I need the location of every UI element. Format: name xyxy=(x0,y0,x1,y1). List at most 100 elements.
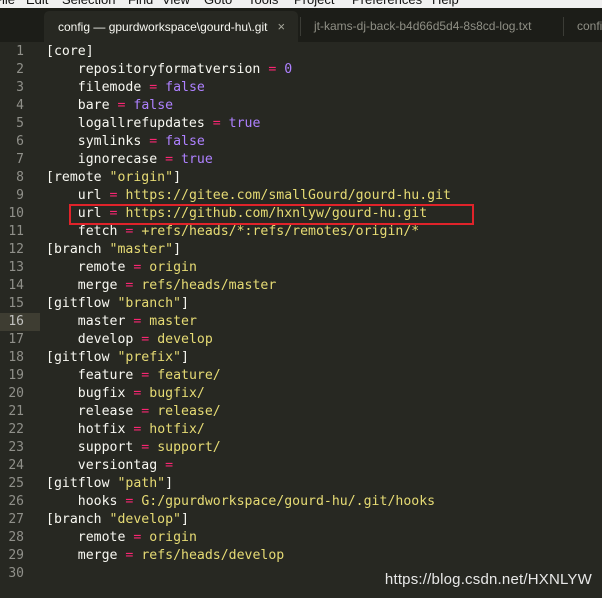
watermark: https://blog.csdn.net/HXNLYW xyxy=(384,571,592,588)
code-token: false xyxy=(165,80,205,95)
code-token: ] xyxy=(165,476,174,491)
code-line[interactable]: hooks = G:/gpurdworkspace/gourd-hu/.git/… xyxy=(46,493,435,511)
code-token: = xyxy=(165,152,174,167)
close-icon[interactable]: × xyxy=(277,11,285,42)
code-line[interactable]: [gitflow "branch"] xyxy=(46,295,189,313)
line-number: 5 xyxy=(16,116,24,131)
code-token: [gitflow xyxy=(46,296,118,311)
line-number: 2 xyxy=(16,62,24,77)
code-token: = xyxy=(149,134,158,149)
code-token: merge xyxy=(46,278,126,293)
line-number: 3 xyxy=(16,80,24,95)
code-line[interactable]: symlinks = false xyxy=(46,133,205,151)
code-token: "master" xyxy=(109,242,174,257)
line-number: 21 xyxy=(8,404,24,419)
code-token: develop xyxy=(46,332,142,347)
code-token: true xyxy=(228,116,261,131)
code-line[interactable]: repositoryformatversion = 0 xyxy=(46,61,292,79)
code-line[interactable]: [gitflow "path"] xyxy=(46,475,173,493)
code-line[interactable]: url = https://gitee.com/smallGourd/gourd… xyxy=(46,187,451,205)
code-token: = xyxy=(165,458,174,473)
code-token: origin xyxy=(149,260,197,275)
menu-item-project[interactable]: Project xyxy=(294,0,334,7)
code-line[interactable]: filemode = false xyxy=(46,79,205,97)
code-token: feature xyxy=(46,368,142,383)
line-number: 23 xyxy=(8,440,24,455)
code-token: hotfix xyxy=(46,422,134,437)
code-token: = xyxy=(149,80,158,95)
code-line[interactable]: bare = false xyxy=(46,97,173,115)
code-token: symlinks xyxy=(46,134,150,149)
line-number: 4 xyxy=(16,98,24,113)
tab-log[interactable]: jt-kams-dj-back-b4d66d5d4-8s8cd-log.txt xyxy=(300,11,555,42)
code-line[interactable]: [branch "master"] xyxy=(46,241,181,259)
menu-item-file[interactable]: File xyxy=(0,0,15,7)
code-token: refs/heads/develop xyxy=(141,548,285,563)
code-token: url xyxy=(46,206,110,221)
code-line[interactable]: url = https://github.com/hxnlyw/gourd-hu… xyxy=(46,205,427,223)
line-number: 15 xyxy=(8,296,24,311)
code-line[interactable]: versiontag = xyxy=(46,457,173,475)
code-line[interactable]: [gitflow "prefix"] xyxy=(46,349,189,367)
line-number: 24 xyxy=(8,458,24,473)
menu-item-view[interactable]: View xyxy=(162,0,190,7)
code-line[interactable]: remote = origin xyxy=(46,529,197,547)
code-line[interactable]: [core] xyxy=(46,43,94,61)
code-line[interactable]: develop = develop xyxy=(46,331,213,349)
code-token: [gitflow xyxy=(46,476,118,491)
code-token: = xyxy=(212,116,221,131)
code-token: url xyxy=(46,188,110,203)
code-token: ] xyxy=(173,242,182,257)
code-line[interactable]: [remote "origin"] xyxy=(46,169,181,187)
tab-label: config — gpurdworkspace\gourd-hu\.git xyxy=(58,20,268,34)
code-token: "prefix" xyxy=(117,350,181,365)
code-line[interactable]: bugfix = bugfix/ xyxy=(46,385,205,403)
code-line[interactable]: feature = feature/ xyxy=(46,367,221,385)
code-line[interactable]: remote = origin xyxy=(46,259,197,277)
code-token: [remote xyxy=(46,170,110,185)
code-line[interactable]: ignorecase = true xyxy=(46,151,213,169)
menu-item-preferences[interactable]: Preferences xyxy=(352,0,422,7)
code-line[interactable]: release = release/ xyxy=(46,403,221,421)
tab-label: confi xyxy=(577,19,602,33)
menu-item-selection[interactable]: Selection xyxy=(62,0,115,7)
menu-item-help[interactable]: Help xyxy=(432,0,459,7)
code-token: G:/gpurdworkspace/gourd-hu/.git/hooks xyxy=(141,494,436,509)
menu-item-find[interactable]: Find xyxy=(128,0,153,7)
code-token: develop xyxy=(157,332,213,347)
code-line[interactable]: master = master xyxy=(46,313,197,331)
line-number: 25 xyxy=(8,476,24,491)
code-line[interactable]: merge = refs/heads/master xyxy=(46,277,277,295)
code-token: merge xyxy=(46,548,126,563)
menu-item-edit[interactable]: Edit xyxy=(26,0,48,7)
code-token: release xyxy=(46,404,142,419)
code-line[interactable]: [branch "develop"] xyxy=(46,511,189,529)
editor[interactable]: https://blog.csdn.net/HXNLYW 1 [core] 2 re… xyxy=(0,42,602,598)
code-line[interactable]: merge = refs/heads/develop xyxy=(46,547,284,565)
code-token: [branch xyxy=(46,512,110,527)
code-line[interactable]: fetch = +refs/heads/*:refs/remotes/origi… xyxy=(46,223,419,241)
code-token: false xyxy=(133,98,174,113)
menu-item-tools[interactable]: Tools xyxy=(248,0,278,7)
code-token: https://github.com/hxnlyw/gourd-hu.git xyxy=(125,206,428,221)
code-token: repositoryformatversion xyxy=(46,62,269,77)
code-token: fetch xyxy=(46,224,126,239)
code-token: hotfix/ xyxy=(149,422,205,437)
code-token: ] xyxy=(181,350,189,365)
menu-item-goto[interactable]: Goto xyxy=(204,0,232,7)
code-token: origin xyxy=(149,530,197,545)
code-line[interactable]: hotfix = hotfix/ xyxy=(46,421,205,439)
line-number: 14 xyxy=(8,278,24,293)
line-number: 16 xyxy=(8,314,24,329)
code-line[interactable]: logallrefupdates = true xyxy=(46,115,261,133)
line-number: 29 xyxy=(8,548,24,563)
code-token: bugfix xyxy=(46,386,134,401)
tab-config[interactable]: config — gpurdworkspace\gourd-hu\.git × xyxy=(44,11,298,42)
tab-config-2[interactable]: confi xyxy=(563,11,602,42)
code-line[interactable]: support = support/ xyxy=(46,439,221,457)
code-token: false xyxy=(165,134,205,149)
